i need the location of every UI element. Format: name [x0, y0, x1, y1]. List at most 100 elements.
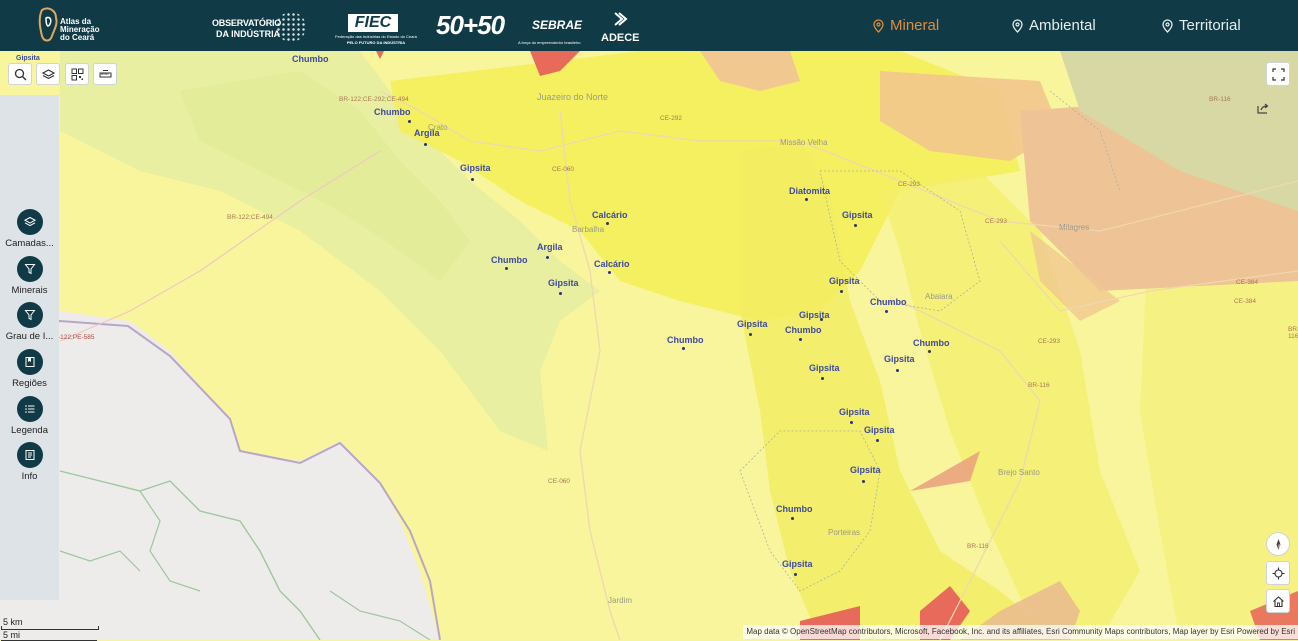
mineral-point-label[interactable]: Gipsita	[809, 363, 840, 373]
mineral-point-label[interactable]: Gipsita	[548, 278, 579, 288]
sidebar-item-camadas[interactable]: Camadas...	[0, 209, 59, 249]
logo-line-3: do Ceará	[60, 33, 95, 42]
map-basemap	[0, 51, 1298, 640]
mineral-point-label[interactable]: Gipsita	[16, 55, 40, 62]
mineral-point-marker[interactable]	[408, 120, 411, 123]
sidebar-item-legenda[interactable]: Legenda	[0, 396, 59, 436]
mineral-point-label[interactable]: Calcário	[592, 210, 628, 220]
mineral-point-label[interactable]: Chumbo	[292, 54, 329, 64]
mineral-point-marker[interactable]	[854, 224, 857, 227]
layers-icon	[23, 216, 36, 227]
road-label: BR-116	[967, 543, 989, 550]
mineral-point-marker[interactable]	[471, 178, 474, 181]
mineral-point-marker[interactable]	[424, 143, 427, 146]
mineral-point-label[interactable]: Gipsita	[839, 407, 870, 417]
mineral-point-label[interactable]: Chumbo	[785, 325, 822, 335]
map-pin-icon	[873, 18, 884, 33]
filter-icon	[23, 310, 36, 321]
mineral-point-marker[interactable]	[850, 421, 853, 424]
mineral-point-label[interactable]: Gipsita	[829, 276, 860, 286]
sidebar-item-grau[interactable]: Grau de I...	[0, 302, 59, 342]
mineral-point-marker[interactable]	[608, 271, 611, 274]
map-view[interactable]	[0, 51, 1298, 640]
measure-button[interactable]	[93, 63, 117, 85]
locate-icon	[1272, 567, 1284, 579]
map-attribution[interactable]: Map data © OpenStreetMap contributors, M…	[743, 625, 1298, 639]
mineral-point-marker[interactable]	[820, 318, 823, 321]
mineral-point-label[interactable]: Chumbo	[374, 107, 411, 117]
road-label: -122;PE-585	[58, 334, 95, 341]
qr-code-button[interactable]	[65, 63, 89, 85]
nav-mineral[interactable]: Mineral	[873, 0, 939, 51]
scale-bar: 5 km 5 mi	[0, 616, 100, 641]
mineral-point-label[interactable]: Gipsita	[737, 319, 768, 329]
mineral-point-label[interactable]: Argila	[537, 242, 563, 252]
sidebar-item-info[interactable]: Info	[0, 442, 59, 482]
mineral-point-label[interactable]: Chumbo	[776, 504, 813, 514]
mineral-point-marker[interactable]	[876, 439, 879, 442]
mineral-point-marker[interactable]	[546, 256, 549, 259]
fiec-subtitle: Federação das Indústrias do Estado do Ce…	[335, 34, 417, 39]
home-icon	[1272, 595, 1284, 607]
ceara-map-logo-icon	[38, 7, 58, 42]
sidebar-item-regioes[interactable]: Regiões	[0, 349, 59, 389]
mineral-point-label[interactable]: Gipsita	[864, 425, 895, 435]
mineral-point-label[interactable]: Gipsita	[799, 310, 830, 320]
logo-text: Atlas da Mineração do Ceará	[60, 18, 130, 42]
mineral-point-label[interactable]: Chumbo	[870, 297, 907, 307]
mineral-point-marker[interactable]	[791, 517, 794, 520]
road-label: BR-116	[1288, 326, 1298, 340]
mineral-point-label[interactable]: Chumbo	[491, 255, 528, 265]
fiec-tagline: PELO FUTURO DA INDÚSTRIA	[346, 40, 406, 45]
sidebar-item-label: Grau de I...	[5, 331, 54, 342]
mineral-point-marker[interactable]	[794, 573, 797, 576]
bookmark-icon	[25, 357, 34, 367]
road-label: CE-384	[1234, 298, 1257, 305]
mineral-point-marker[interactable]	[505, 267, 508, 270]
mineral-point-marker[interactable]	[896, 369, 899, 372]
sidebar-item-label: Minerais	[11, 285, 48, 296]
place-label: Milagres	[1059, 223, 1090, 232]
mineral-point-label[interactable]: Diatomita	[789, 186, 830, 196]
share-icon[interactable]	[1256, 101, 1270, 115]
mineral-point-label[interactable]: Gipsita	[460, 163, 491, 173]
home-button[interactable]	[1266, 589, 1290, 613]
mineral-point-marker[interactable]	[885, 310, 888, 313]
mineral-point-label[interactable]: Gipsita	[782, 559, 813, 569]
atlas-logo[interactable]: Atlas da Mineração do Ceará	[38, 4, 118, 48]
fiec-wordmark: FIEC	[348, 14, 398, 32]
nav-territorial[interactable]: Territorial	[1162, 0, 1241, 51]
mineral-point-marker[interactable]	[749, 333, 752, 336]
mineral-point-marker[interactable]	[805, 198, 808, 201]
mineral-point-marker[interactable]	[682, 347, 685, 350]
fifty-fifty-logo: 50+50	[436, 0, 521, 51]
mineral-point-marker[interactable]	[559, 292, 562, 295]
compass-button[interactable]	[1266, 532, 1290, 556]
search-icon	[14, 68, 26, 80]
mineral-point-label[interactable]: Chumbo	[913, 338, 950, 348]
measure-icon	[99, 69, 111, 77]
mineral-point-marker[interactable]	[821, 377, 824, 380]
mineral-point-label[interactable]: Gipsita	[842, 210, 873, 220]
mineral-point-marker[interactable]	[928, 350, 931, 353]
mineral-point-marker[interactable]	[840, 290, 843, 293]
mineral-point-marker[interactable]	[606, 222, 609, 225]
search-button[interactable]	[8, 63, 32, 85]
mineral-point-marker[interactable]	[799, 338, 802, 341]
mineral-point-marker[interactable]	[862, 480, 865, 483]
mineral-point-label[interactable]: Gipsita	[850, 465, 881, 475]
nav-ambiental[interactable]: Ambiental	[1012, 0, 1096, 51]
qr-code-icon	[71, 68, 83, 80]
mineral-point-label[interactable]: Argila	[414, 128, 440, 138]
road-label: BR-122;CE-292;CE-494	[339, 96, 409, 103]
locate-button[interactable]	[1266, 561, 1290, 585]
layers-icon	[41, 68, 55, 79]
mineral-point-label[interactable]: Chumbo	[667, 335, 704, 345]
mineral-point-label[interactable]: Gipsita	[884, 354, 915, 364]
layers-button[interactable]	[36, 63, 60, 85]
fullscreen-button[interactable]	[1266, 62, 1290, 86]
sidebar-item-minerais[interactable]: Minerais	[0, 256, 59, 296]
mineral-point-label[interactable]: Calcário	[594, 259, 630, 269]
observatorio-logo: OBSERVATÓRIO DA INDÚSTRIA	[210, 0, 310, 51]
place-label: Barbalha	[572, 225, 605, 234]
